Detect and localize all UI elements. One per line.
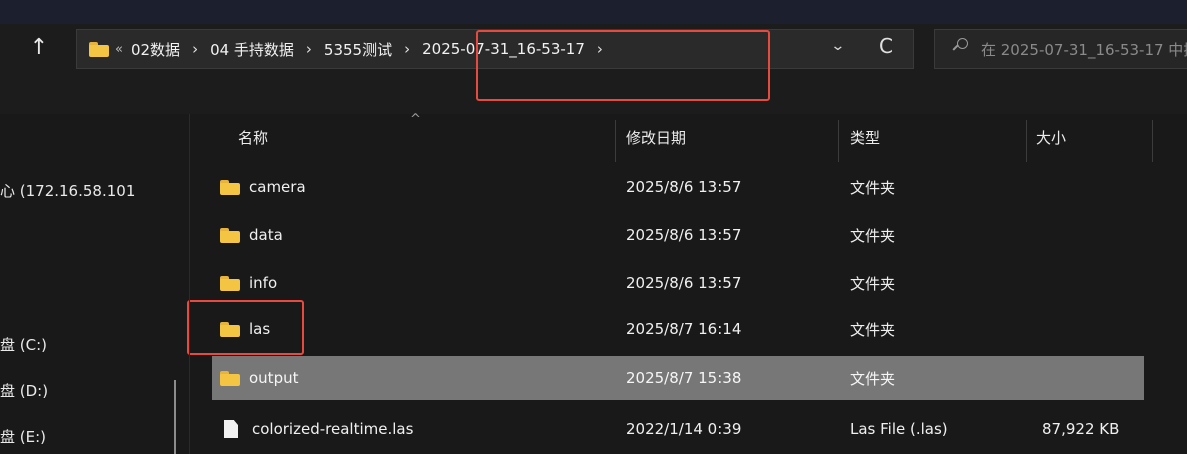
file-type: 文件夹 — [850, 178, 896, 197]
breadcrumb-item-02-data[interactable]: 02数据 — [131, 39, 180, 60]
breadcrumb-item-5355-test[interactable]: 5355测试 — [324, 39, 392, 60]
refresh-icon[interactable]: C — [879, 34, 893, 58]
chevron-right-icon[interactable]: › — [306, 40, 312, 58]
file-modified: 2025/8/7 15:38 — [626, 369, 742, 387]
file-name: las — [249, 320, 271, 338]
sort-ascending-icon: ^ — [410, 112, 421, 127]
folder-icon — [89, 41, 109, 57]
column-header-size[interactable]: 大小 — [1036, 114, 1066, 160]
file-name: camera — [249, 178, 306, 196]
search-input[interactable]: 在 2025-07-31_16-53-17 中搜索 — [934, 29, 1187, 69]
column-divider[interactable] — [1026, 120, 1027, 162]
nav-item-drive-e[interactable]: 盘 (E:) — [0, 426, 46, 447]
file-modified: 2025/8/7 16:14 — [626, 320, 742, 338]
file-size: 87,922 KB — [1042, 420, 1120, 438]
file-name: colorized-realtime.las — [252, 420, 414, 438]
folder-icon — [220, 321, 240, 337]
title-bar-strip — [0, 0, 1187, 24]
navigation-pane: 心 (172.16.58.101 盘 (C:) 盘 (D:) 盘 (E:) — [0, 114, 176, 454]
file-type: 文件夹 — [850, 274, 896, 293]
file-type: 文件夹 — [850, 369, 896, 388]
search-placeholder: 在 2025-07-31_16-53-17 中搜索 — [981, 41, 1187, 59]
file-row-camera[interactable]: camera 2025/8/6 13:57 文件夹 — [212, 164, 1144, 210]
file-row-colorized-realtime[interactable]: colorized-realtime.las 2022/1/14 0:39 La… — [212, 406, 1144, 452]
nav-item-drive-d[interactable]: 盘 (D:) — [0, 380, 48, 401]
column-divider[interactable] — [1152, 120, 1153, 162]
column-header-modified[interactable]: 修改日期 — [626, 114, 686, 160]
overflow-chevron-icon[interactable]: « — [115, 42, 123, 57]
breadcrumb-item-current-folder[interactable]: 2025-07-31_16-53-17 — [422, 40, 585, 58]
up-arrow-icon: ↑ — [29, 34, 49, 60]
column-divider[interactable] — [838, 120, 839, 162]
pane-splitter[interactable] — [189, 114, 190, 454]
chevron-down-icon[interactable]: ⌄ — [830, 38, 845, 54]
folder-icon — [220, 179, 240, 195]
breadcrumb-item-handheld-data[interactable]: 04 手持数据 — [210, 39, 294, 60]
file-modified: 2025/8/6 13:57 — [626, 274, 742, 292]
file-icon — [224, 420, 238, 438]
file-modified: 2022/1/14 0:39 — [626, 420, 742, 438]
folder-icon — [220, 227, 240, 243]
chevron-right-icon[interactable]: › — [597, 40, 603, 58]
file-row-info[interactable]: info 2025/8/6 13:57 文件夹 — [212, 260, 1144, 306]
chevron-right-icon[interactable]: › — [404, 40, 410, 58]
folder-icon — [220, 370, 240, 386]
file-modified: 2025/8/6 13:57 — [626, 178, 742, 196]
column-header-name[interactable]: 名称 — [238, 114, 268, 160]
nav-item-drive-c[interactable]: 盘 (C:) — [0, 334, 47, 355]
column-header-type[interactable]: 类型 — [850, 114, 880, 160]
column-divider[interactable] — [615, 120, 616, 162]
nav-item-network-location[interactable]: 心 (172.16.58.101 — [0, 180, 135, 201]
file-type: 文件夹 — [850, 320, 896, 339]
up-arrow-button[interactable]: ↑ — [22, 30, 56, 64]
breadcrumb: « 02数据 › 04 手持数据 › 5355测试 › 2025-07-31_1… — [89, 30, 615, 68]
column-header: ^ 名称 修改日期 类型 大小 — [190, 112, 1187, 162]
file-row-data[interactable]: data 2025/8/6 13:57 文件夹 — [212, 212, 1144, 258]
file-type: 文件夹 — [850, 226, 896, 245]
file-row-output[interactable]: output 2025/8/7 15:38 文件夹 — [212, 356, 1144, 400]
search-icon — [952, 38, 968, 52]
file-type: Las File (.las) — [850, 420, 948, 438]
file-name: output — [249, 369, 299, 387]
nav-scrollbar[interactable] — [174, 380, 176, 454]
file-row-las[interactable]: las 2025/8/7 16:14 文件夹 — [212, 306, 1144, 352]
chevron-right-icon[interactable]: › — [192, 40, 198, 58]
file-modified: 2025/8/6 13:57 — [626, 226, 742, 244]
folder-icon — [220, 275, 240, 291]
file-name: info — [249, 274, 278, 292]
address-bar[interactable]: « 02数据 › 04 手持数据 › 5355测试 › 2025-07-31_1… — [76, 29, 914, 69]
file-name: data — [249, 226, 283, 244]
